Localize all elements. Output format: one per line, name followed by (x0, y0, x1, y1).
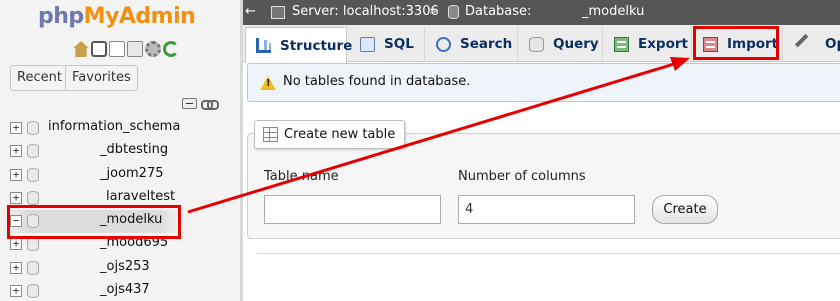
divider (257, 253, 840, 254)
database-icon (27, 121, 39, 135)
database-icon (27, 167, 39, 182)
tab-search[interactable]: Search (426, 27, 518, 61)
operations-wrench-icon (794, 33, 817, 55)
link-with-main-icon[interactable] (201, 99, 219, 110)
docs-icon[interactable] (109, 41, 125, 57)
breadcrumb-separator: » (429, 4, 437, 19)
home-icon[interactable] (73, 41, 89, 57)
database-icon (27, 284, 39, 299)
annotation-box-import (693, 26, 779, 60)
database-icon (27, 260, 39, 275)
navigation-sidebar: phpMyAdmin Recent Favorites + informatio… (0, 0, 240, 301)
expand-icon[interactable]: + (10, 285, 22, 298)
tab-label: Search (460, 36, 513, 52)
tab-operations[interactable]: Ope (784, 27, 840, 61)
expand-icon[interactable]: + (10, 168, 22, 181)
tab-query[interactable]: Query (519, 27, 603, 61)
database-icon (448, 5, 459, 19)
database-icon (27, 190, 39, 205)
notice-message: No tables found in database. (283, 74, 471, 89)
logo-php-text: php (38, 4, 84, 29)
db-item-ojs253[interactable]: + _ojs253 (0, 257, 240, 280)
breadcrumb-database-label[interactable]: Database: (465, 4, 531, 19)
search-icon (436, 36, 451, 52)
sidebar-quick-icons (73, 41, 179, 57)
structure-icon (256, 38, 271, 53)
create-table-legend: Create new table (254, 120, 406, 149)
no-tables-notice: ! No tables found in database. (247, 63, 840, 102)
recent-tab[interactable]: Recent (10, 65, 69, 91)
expand-icon[interactable]: + (10, 122, 22, 134)
db-item-joom275[interactable]: + _joom275 (0, 164, 240, 187)
table-add-icon (263, 127, 278, 142)
exit-icon[interactable] (91, 41, 107, 57)
db-name[interactable]: _ojs253 (100, 259, 150, 274)
legend-text: Create new table (284, 127, 396, 142)
server-icon (271, 6, 285, 19)
favorites-tab[interactable]: Favorites (65, 65, 138, 91)
logo-myadmin-text: MyAdmin (83, 4, 196, 29)
expand-icon[interactable]: + (10, 191, 22, 204)
db-name[interactable]: _ojs437 (100, 282, 150, 297)
expand-icon[interactable]: + (10, 238, 22, 251)
tab-structure[interactable]: Structure (245, 27, 352, 63)
sql-icon (360, 36, 375, 52)
db-item-information-schema[interactable]: + information_schema (0, 117, 240, 140)
num-columns-label: Number of columns (458, 169, 586, 184)
tab-sql[interactable]: SQL (350, 27, 425, 61)
expand-icon[interactable]: + (10, 145, 22, 158)
tab-label: Ope (825, 36, 840, 52)
tab-label: SQL (384, 36, 414, 52)
docs-alt-icon[interactable] (127, 41, 143, 57)
expand-icon[interactable]: + (10, 261, 22, 274)
collapse-all-icon[interactable] (182, 98, 197, 109)
table-name-input[interactable] (264, 195, 441, 224)
settings-gear-icon[interactable] (145, 41, 161, 57)
breadcrumb-database-name[interactable]: _modelku (582, 4, 644, 19)
db-item-ojs437[interactable]: + _ojs437 (0, 280, 240, 301)
query-icon (529, 36, 544, 52)
tab-label: Export (638, 36, 688, 52)
breadcrumb-server[interactable]: Server: localhost:3306 (292, 4, 439, 19)
database-icon (27, 237, 39, 252)
warning-mark: ! (266, 78, 271, 89)
db-name[interactable]: _dbtesting (100, 142, 168, 157)
create-button[interactable]: Create (652, 195, 718, 224)
tab-export[interactable]: Export (604, 27, 692, 61)
num-columns-input[interactable]: 4 (458, 195, 635, 224)
back-arrow-icon[interactable]: ← (245, 4, 256, 19)
annotation-box-database (7, 205, 181, 239)
table-name-label: Table name (264, 169, 339, 184)
tab-label: Query (553, 36, 599, 52)
database-icon (27, 144, 39, 159)
db-name[interactable]: laraveltest (106, 189, 175, 204)
breadcrumb: ← Server: localhost:3306 » Database: _mo… (243, 0, 840, 25)
db-item-dbtesting[interactable]: + _dbtesting (0, 140, 240, 163)
db-name[interactable]: information_schema (48, 119, 180, 134)
tab-label: Structure (280, 37, 353, 54)
phpmyadmin-logo[interactable]: phpMyAdmin (38, 4, 196, 29)
db-name[interactable]: _joom275 (100, 166, 164, 181)
reload-icon[interactable] (163, 41, 179, 57)
export-icon (614, 36, 629, 52)
